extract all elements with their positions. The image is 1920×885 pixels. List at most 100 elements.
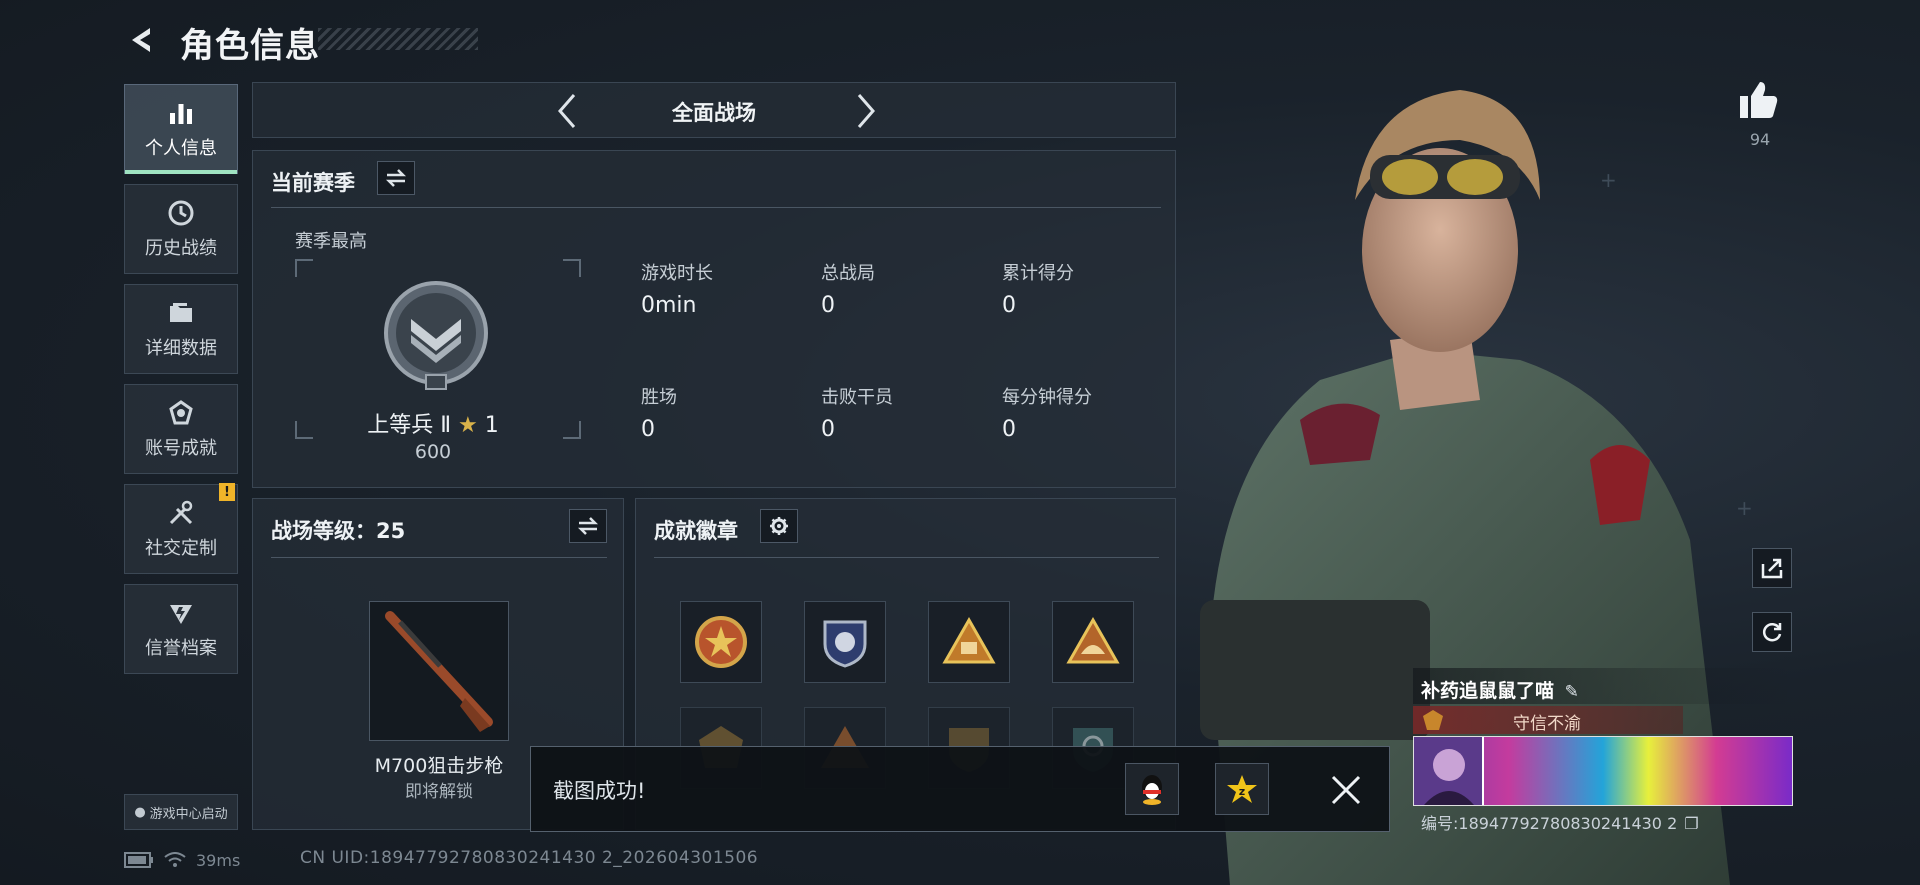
battlefield-level-title: 战场等级：25 <box>271 519 406 543</box>
sidebar-item-reputation[interactable]: 信誉档案 <box>124 584 238 674</box>
player-avatar <box>1414 737 1484 805</box>
toast-close-button[interactable] <box>1321 765 1371 815</box>
player-card: 补药追鼠鼠了喵 ✎ 守信不渝 编号:18947792780830241430 2… <box>1413 668 1793 838</box>
sidebar-item-achievements[interactable]: 账号成就 <box>124 384 238 474</box>
divider <box>271 207 1161 208</box>
stat-value-total-matches: 0 <box>821 293 835 318</box>
edit-icon[interactable]: ✎ <box>1565 682 1579 702</box>
sidebar-item-personal-info[interactable]: 个人信息 <box>124 84 238 174</box>
battery-icon <box>124 852 153 868</box>
stat-value-kills: 0 <box>821 417 835 442</box>
stat-value-play-time: 0min <box>641 293 697 318</box>
divider <box>271 557 607 558</box>
back-button[interactable] <box>122 20 162 60</box>
player-id-row: 编号:18947792780830241430 2 ❐ <box>1421 810 1699 834</box>
gear-icon <box>770 517 788 535</box>
stat-value-score-per-min: 0 <box>1002 417 1016 442</box>
badge-settings-button[interactable] <box>760 509 798 543</box>
stat-label-play-time: 游戏时长 <box>641 263 713 284</box>
sidebar-item-detailed-data[interactable]: 详细数据 <box>124 284 238 374</box>
divider <box>654 557 1159 558</box>
triangle-badge-icon <box>942 616 996 664</box>
svg-text:z: z <box>1239 785 1245 798</box>
sidebar-item-label: 详细数据 <box>145 338 217 359</box>
uid-text: CN UID:18947792780830241430 2_2026043015… <box>300 848 759 868</box>
sidebar-item-label: 信誉档案 <box>145 638 217 659</box>
sidebar-item-history[interactable]: 历史战绩 <box>124 184 238 274</box>
sniper-rifle-icon <box>385 611 493 732</box>
share-qq-button[interactable] <box>1125 763 1179 815</box>
folder-icon <box>166 298 196 328</box>
screenshot-toast: 截图成功! z <box>530 746 1390 832</box>
share-icon <box>1761 558 1783 579</box>
achievement-badge[interactable] <box>928 601 1010 683</box>
frame-corner <box>295 259 313 277</box>
achievement-badge[interactable] <box>680 601 762 683</box>
sidebar-item-label: 社交定制 <box>145 538 217 559</box>
star-medal-icon <box>695 616 747 668</box>
rank-name-row: 上等兵 Ⅱ ★ 1 <box>313 407 553 439</box>
season-switch-button[interactable] <box>377 161 415 195</box>
medal-icon <box>166 398 196 428</box>
share-button[interactable] <box>1752 548 1792 588</box>
ping-value: 39ms <box>196 850 241 870</box>
mode-next-button[interactable] <box>845 91 885 131</box>
history-clock-icon <box>166 198 196 228</box>
level-switch-button[interactable] <box>569 509 607 543</box>
close-icon <box>1331 775 1361 805</box>
stat-label-wins: 胜场 <box>641 387 677 408</box>
mode-name: 全面战场 <box>672 101 756 125</box>
rank-stars: 1 <box>484 413 499 438</box>
swap-icon <box>385 169 407 187</box>
stat-label-total-score: 累计得分 <box>1002 263 1074 284</box>
sidebar-item-label: 历史战绩 <box>145 238 217 259</box>
swap-icon <box>577 517 599 535</box>
qzone-star-icon: z <box>1227 775 1257 803</box>
toast-message: 截图成功! <box>553 779 646 803</box>
rank-name: 上等兵 Ⅱ <box>367 413 452 438</box>
player-name: 补药追鼠鼠了喵 ✎ <box>1421 676 1579 703</box>
stat-label-total-matches: 总战局 <box>821 263 875 284</box>
sidebar-item-label: 账号成就 <box>145 438 217 459</box>
like-count: 94 <box>1749 130 1771 149</box>
sidebar-item-social-custom[interactable]: 社交定制 ! <box>124 483 238 574</box>
alert-badge: ! <box>219 483 235 501</box>
stat-value-wins: 0 <box>641 417 655 442</box>
qq-penguin-icon <box>1142 775 1162 805</box>
player-id: 编号:18947792780830241430 2 <box>1421 814 1678 833</box>
sidebar-item-label: 个人信息 <box>145 138 217 159</box>
police-shield-icon <box>823 620 867 668</box>
back-arrow-icon <box>132 28 150 52</box>
season-title: 当前赛季 <box>271 171 355 195</box>
title-decoration <box>318 28 478 50</box>
season-best-label: 赛季最高 <box>295 231 367 252</box>
game-center-launch-button[interactable]: ● 游戏中心启动 <box>124 794 238 830</box>
star-icon: ★ <box>458 413 478 438</box>
chevron-right-icon <box>857 94 875 128</box>
wifi-icon <box>164 852 186 867</box>
refresh-button[interactable] <box>1752 612 1792 652</box>
status-bar: 39ms <box>124 848 240 872</box>
like-button[interactable] <box>1736 80 1784 124</box>
player-title-bar: 守信不渝 <box>1413 706 1683 734</box>
rank-score: 600 <box>414 441 452 463</box>
thumbs-up-icon <box>1740 82 1778 118</box>
stat-label-score-per-min: 每分钟得分 <box>1002 387 1092 408</box>
player-title: 守信不渝 <box>1513 714 1581 734</box>
player-banner <box>1413 736 1793 806</box>
triangle-badge-icon <box>1066 616 1120 664</box>
achievement-badge[interactable] <box>1052 601 1134 683</box>
copy-icon[interactable]: ❐ <box>1684 814 1698 833</box>
bar-chart-icon <box>166 98 196 128</box>
launch-label: 游戏中心启动 <box>149 806 228 822</box>
weapon-reward-tile[interactable] <box>369 601 509 741</box>
season-panel: 当前赛季 赛季最高 上等兵 Ⅱ ★ 1 600 游戏时长 0min 总战局 0 … <box>252 150 1176 488</box>
share-qzone-button[interactable]: z <box>1215 763 1269 815</box>
frame-corner <box>295 421 313 439</box>
page-title: 角色信息 <box>180 26 320 66</box>
stat-label-kills: 击败干员 <box>821 387 893 408</box>
stat-value-total-score: 0 <box>1002 293 1016 318</box>
frame-corner <box>563 259 581 277</box>
player-name-text: 补药追鼠鼠了喵 <box>1421 680 1555 702</box>
achievement-badge[interactable] <box>804 601 886 683</box>
